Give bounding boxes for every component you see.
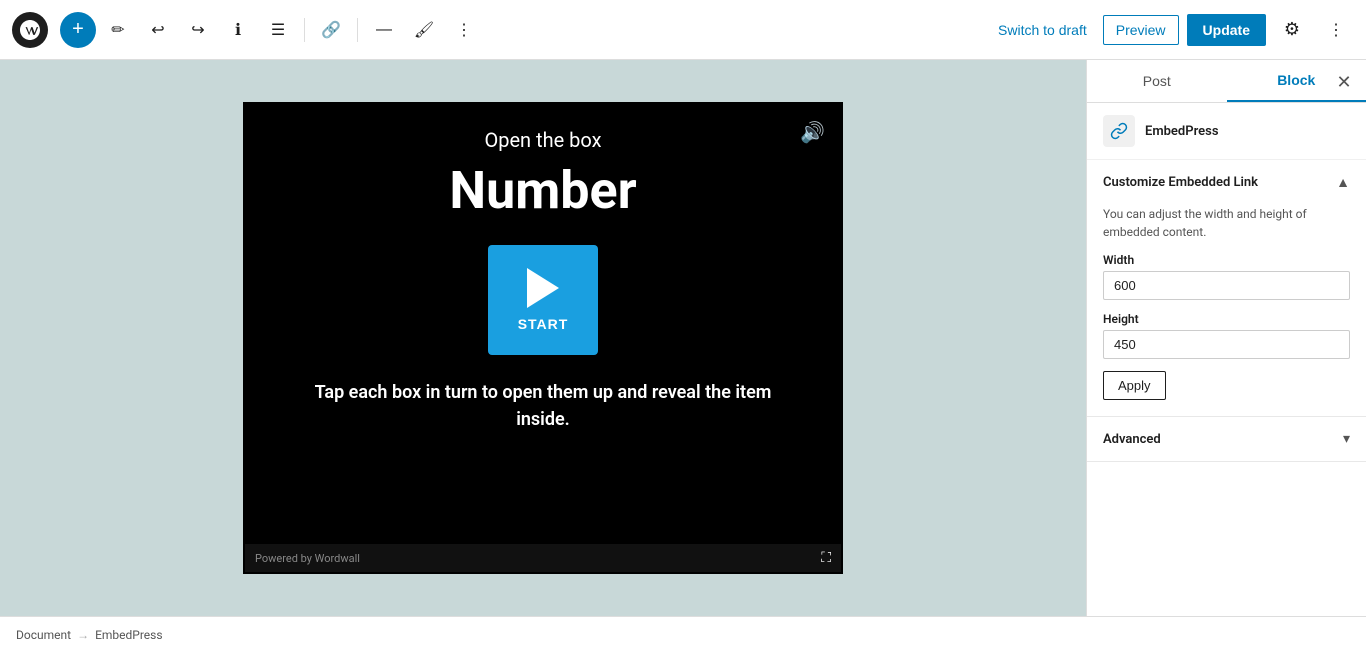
apply-button[interactable]: Apply	[1103, 371, 1166, 400]
toolbar-divider-1	[304, 18, 305, 42]
toolbar-left: + ✏ ↩ ↪ ℹ ☰ 🔗 — 🖌 ⋮	[12, 12, 986, 48]
more-menu-button[interactable]: ⋮	[1318, 12, 1354, 48]
powered-text: Powered by Wordwall	[255, 552, 360, 565]
embedpress-icon	[1103, 115, 1135, 147]
main-layout: 🔊 Open the box Number START Tap each box…	[0, 60, 1366, 616]
canvas-area: 🔊 Open the box Number START Tap each box…	[0, 60, 1086, 616]
advanced-label: Advanced	[1103, 432, 1161, 447]
toolbar-right: Switch to draft Preview Update ⚙ ⋮	[990, 12, 1354, 48]
customize-section-title: Customize Embedded Link	[1103, 175, 1258, 190]
customize-section-body: You can adjust the width and height of e…	[1087, 205, 1366, 416]
more-options-button[interactable]: ⋮	[446, 12, 482, 48]
play-icon	[527, 268, 559, 308]
start-label: START	[518, 316, 569, 332]
embed-title: Number	[449, 160, 636, 221]
undo-button[interactable]: ↩	[140, 12, 176, 48]
link-button[interactable]: 🔗	[313, 12, 349, 48]
customize-section: Customize Embedded Link ▲ You can adjust…	[1087, 160, 1366, 417]
embed-block[interactable]: 🔊 Open the box Number START Tap each box…	[243, 102, 843, 574]
open-the-box-text: Open the box	[484, 128, 601, 152]
toolbar: + ✏ ↩ ↪ ℹ ☰ 🔗 — 🖌 ⋮ Switch to draft Prev…	[0, 0, 1366, 60]
add-block-button[interactable]: +	[60, 12, 96, 48]
breadcrumb-document[interactable]: Document	[16, 628, 71, 642]
sidebar: Post Block ✕ EmbedPress Customize Embedd…	[1086, 60, 1366, 616]
block-header: EmbedPress	[1087, 103, 1366, 160]
height-label: Height	[1103, 312, 1350, 326]
settings-button[interactable]: ⚙	[1274, 12, 1310, 48]
customize-description: You can adjust the width and height of e…	[1103, 205, 1350, 241]
switch-to-draft-button[interactable]: Switch to draft	[990, 16, 1095, 44]
height-input[interactable]	[1103, 330, 1350, 359]
brush-button[interactable]: 🖌	[406, 12, 442, 48]
embed-inner: 🔊 Open the box Number START Tap each box…	[245, 104, 841, 544]
sound-icon: 🔊	[800, 120, 825, 144]
close-sidebar-button[interactable]: ✕	[1326, 64, 1362, 100]
list-view-button[interactable]: ☰	[260, 12, 296, 48]
breadcrumb-separator: →	[77, 628, 89, 642]
block-name-label: EmbedPress	[1145, 124, 1219, 139]
tap-text: Tap each box in turn to open them up and…	[277, 379, 809, 433]
details-button[interactable]: ℹ	[220, 12, 256, 48]
customize-chevron-icon: ▲	[1336, 174, 1350, 191]
width-input[interactable]	[1103, 271, 1350, 300]
start-button[interactable]: START	[488, 245, 598, 355]
wordpress-logo	[12, 12, 48, 48]
preview-button[interactable]: Preview	[1103, 15, 1179, 45]
breadcrumb-bar: Document → EmbedPress	[0, 616, 1366, 652]
edit-icon-button[interactable]: ✏	[100, 12, 136, 48]
width-label: Width	[1103, 253, 1350, 267]
toolbar-divider-2	[357, 18, 358, 42]
redo-button[interactable]: ↪	[180, 12, 216, 48]
powered-bar: Powered by Wordwall ⛶	[245, 544, 841, 572]
sidebar-tabs-wrapper: Post Block ✕	[1087, 60, 1366, 103]
advanced-section[interactable]: Advanced ▾	[1087, 417, 1366, 462]
breadcrumb-current[interactable]: EmbedPress	[95, 628, 163, 642]
fullscreen-icon: ⛶	[821, 550, 831, 566]
separator-button[interactable]: —	[366, 12, 402, 48]
customize-section-header[interactable]: Customize Embedded Link ▲	[1087, 160, 1366, 205]
update-button[interactable]: Update	[1187, 14, 1266, 46]
tab-post[interactable]: Post	[1087, 60, 1227, 102]
sidebar-tabs: Post Block	[1087, 60, 1366, 103]
advanced-chevron-icon: ▾	[1343, 431, 1350, 447]
